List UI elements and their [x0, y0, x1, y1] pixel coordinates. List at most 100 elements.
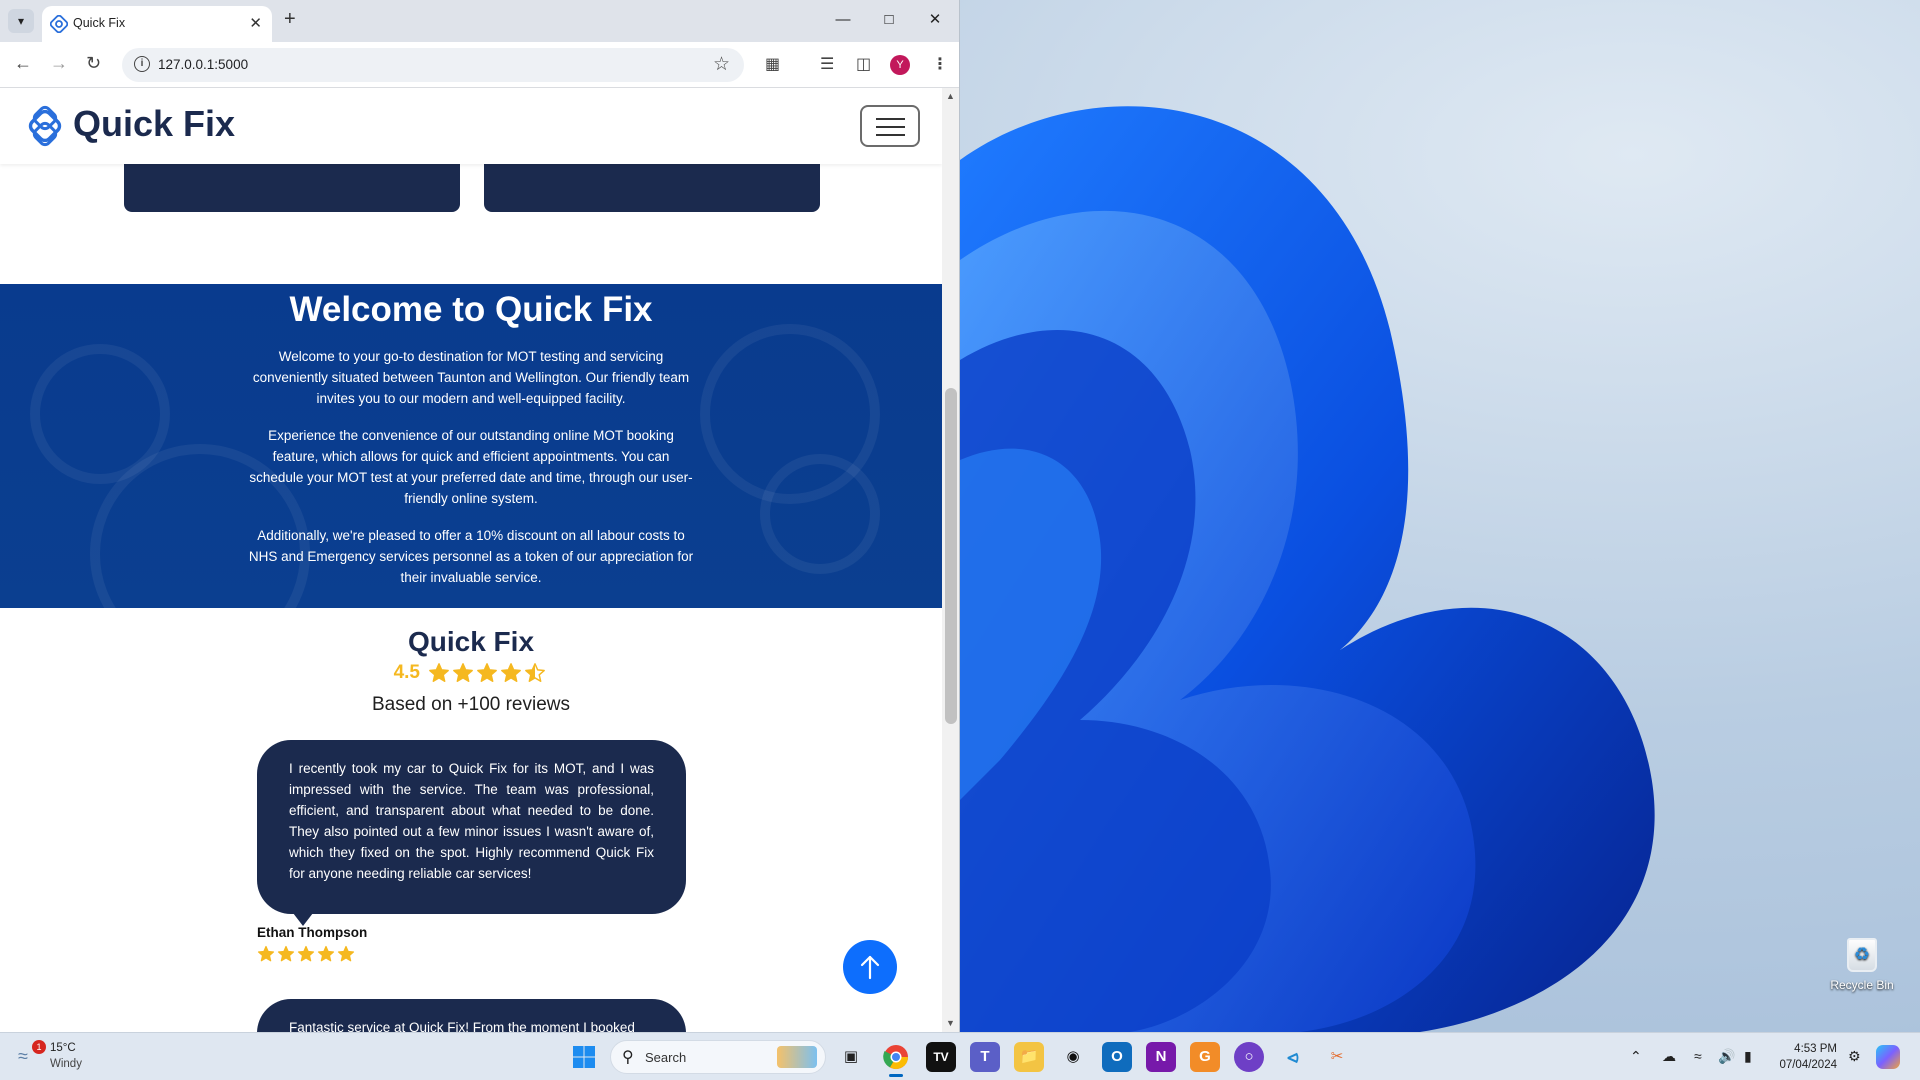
search-icon: ⚲	[622, 1049, 634, 1066]
address-bar[interactable]: i 127.0.0.1:5000 ☆	[122, 48, 744, 82]
welcome-paragraph-2: Experience the convenience of our outsta…	[249, 428, 693, 506]
windows-start-icon[interactable]	[572, 1045, 596, 1069]
browser-window: ▾ Quick Fix ✕ + — □ ✕ ← → ↻ i 127.0.0.1:…	[0, 0, 960, 1032]
reviewer-name: Ethan Thompson	[257, 925, 368, 940]
arrow-up-icon	[860, 955, 880, 980]
taskbar-search-box[interactable]: ⚲ Search	[610, 1040, 826, 1074]
recycle-bin-label: Recycle Bin	[1830, 978, 1894, 992]
maximize-button[interactable]: □	[866, 0, 912, 42]
weather-temp: 15°C	[50, 1042, 76, 1054]
browser-menu-icon[interactable]: ⋮	[932, 54, 948, 74]
pdf-app-icon[interactable]: G	[1190, 1042, 1220, 1072]
chrome-icon[interactable]	[881, 1042, 911, 1072]
recycle-bin-shortcut[interactable]: Recycle Bin	[1822, 938, 1902, 992]
rating-score: 4.5	[393, 662, 420, 683]
back-arrow-icon[interactable]: ←	[14, 53, 32, 74]
wifi-icon[interactable]: ≈	[1694, 1048, 1702, 1064]
tradingview-icon[interactable]: TV	[926, 1042, 956, 1072]
scroll-up-icon[interactable]: ▲	[946, 91, 955, 101]
quick-fix-logo-icon[interactable]	[24, 105, 66, 147]
tab-strip: ▾ Quick Fix ✕ + — □ ✕	[0, 0, 959, 42]
taskbar-clock[interactable]: 4:53 PM 07/04/2024	[1773, 1041, 1837, 1073]
search-label: Search	[645, 1050, 687, 1065]
welcome-paragraph-3: Additionally, we're pleased to offer a 1…	[248, 528, 694, 585]
hamburger-line	[876, 126, 905, 128]
volume-icon[interactable]: 🔊	[1718, 1048, 1735, 1065]
task-view-icon[interactable]: ▣	[836, 1042, 866, 1072]
site-logo-text[interactable]: Quick Fix	[73, 103, 235, 145]
review-bubble: I recently took my car to Quick Fix for …	[257, 740, 686, 926]
scrollbar-thumb[interactable]	[945, 388, 957, 724]
onenote-icon[interactable]: N	[1146, 1042, 1176, 1072]
minimize-button[interactable]: —	[820, 0, 866, 42]
star-half-icon	[525, 663, 546, 682]
weather-desc: Windy	[50, 1058, 82, 1070]
reviewer-stars	[257, 945, 357, 963]
clock-time: 4:53 PM	[1794, 1043, 1837, 1055]
star-full-icon	[257, 945, 275, 962]
star-full-icon	[501, 663, 522, 682]
media-control-icon[interactable]: ☰	[820, 54, 834, 74]
teams-icon[interactable]: T	[970, 1042, 1000, 1072]
vscode-icon[interactable]: ⪦	[1278, 1042, 1308, 1072]
extensions-icon[interactable]: ▦	[765, 54, 780, 74]
menu-toggle-button[interactable]	[860, 105, 920, 147]
welcome-section: Welcome to Quick Fix Welcome to your go-…	[0, 284, 942, 608]
tab-search-button[interactable]: ▾	[8, 9, 34, 33]
review-text: I recently took my car to Quick Fix for …	[289, 761, 654, 881]
tab-quick-fix[interactable]: Quick Fix ✕	[42, 6, 272, 42]
battery-icon[interactable]: ▮	[1744, 1048, 1752, 1065]
star-full-icon	[429, 663, 450, 682]
scroll-down-icon[interactable]: ▼	[946, 1018, 955, 1028]
chrome-logo	[883, 1045, 908, 1070]
github-desktop-icon[interactable]: ○	[1234, 1042, 1264, 1072]
star-full-icon	[297, 945, 315, 962]
active-app-indicator	[889, 1074, 903, 1077]
review-text: Fantastic service at Quick Fix! From the…	[289, 1020, 635, 1032]
close-window-button[interactable]: ✕	[912, 0, 958, 42]
review-bubble: Fantastic service at Quick Fix! From the…	[257, 999, 686, 1032]
tab-close-icon[interactable]: ✕	[249, 14, 262, 32]
onedrive-cloud-icon[interactable]: ☁	[1662, 1048, 1676, 1065]
taskbar: ≈ 1 15°C Windy ⚲ Search ▣ TV T 📁 ◉ O N G…	[0, 1032, 1920, 1080]
site-info-icon[interactable]: i	[134, 56, 150, 72]
outlook-icon[interactable]: O	[1102, 1042, 1132, 1072]
address-url: 127.0.0.1:5000	[158, 57, 249, 72]
snipping-tool-icon[interactable]: ✂	[1322, 1042, 1352, 1072]
scroll-to-top-button[interactable]	[843, 940, 897, 994]
file-explorer-icon[interactable]: 📁	[1014, 1042, 1044, 1072]
recycle-bin-icon	[1847, 938, 1877, 972]
copilot-icon[interactable]	[1876, 1045, 1900, 1069]
wind-icon: ≈	[18, 1046, 28, 1066]
profile-avatar[interactable]: Y	[890, 55, 910, 75]
bookmark-star-icon[interactable]: ☆	[713, 53, 730, 76]
star-full-icon	[337, 945, 355, 962]
show-hidden-icons-chevron-icon[interactable]: ⌃	[1630, 1048, 1642, 1065]
reload-icon[interactable]: ↻	[86, 53, 101, 74]
welcome-paragraph-1: Welcome to your go-to destination for MO…	[252, 349, 690, 406]
forward-arrow-icon[interactable]: →	[50, 53, 68, 74]
rating-stars	[428, 663, 548, 682]
weather-badge: 1	[32, 1040, 46, 1054]
page-viewport: Quick Fix Welcome to Quick Fix Welcome t…	[0, 88, 942, 1032]
notification-gear-icon[interactable]: ⚙	[1848, 1048, 1861, 1065]
rating-based-on: Based on +100 reviews	[371, 694, 571, 715]
engine-texture	[760, 454, 880, 574]
star-full-icon	[277, 945, 295, 962]
alien-app-icon[interactable]: ◉	[1058, 1042, 1088, 1072]
welcome-title: Welcome to Quick Fix	[289, 290, 653, 329]
clock-date: 07/04/2024	[1779, 1059, 1837, 1071]
new-tab-button[interactable]: +	[284, 8, 296, 31]
search-highlight-icon	[777, 1046, 817, 1068]
side-panel-icon[interactable]: ◫	[856, 54, 871, 74]
site-header: Quick Fix	[0, 88, 942, 164]
quick-fix-favicon-icon	[50, 15, 68, 33]
browser-toolbar: ← → ↻ i 127.0.0.1:5000 ☆ ▦ ☰ ◫ Y ⋮	[0, 42, 959, 88]
rating-row: 4.5	[0, 662, 942, 688]
tab-title: Quick Fix	[73, 16, 126, 30]
star-full-icon	[317, 945, 335, 962]
hamburger-line	[876, 134, 905, 136]
star-full-icon	[477, 663, 498, 682]
star-full-icon	[453, 663, 474, 682]
page-scrollbar[interactable]: ▲ ▼	[942, 88, 959, 1032]
